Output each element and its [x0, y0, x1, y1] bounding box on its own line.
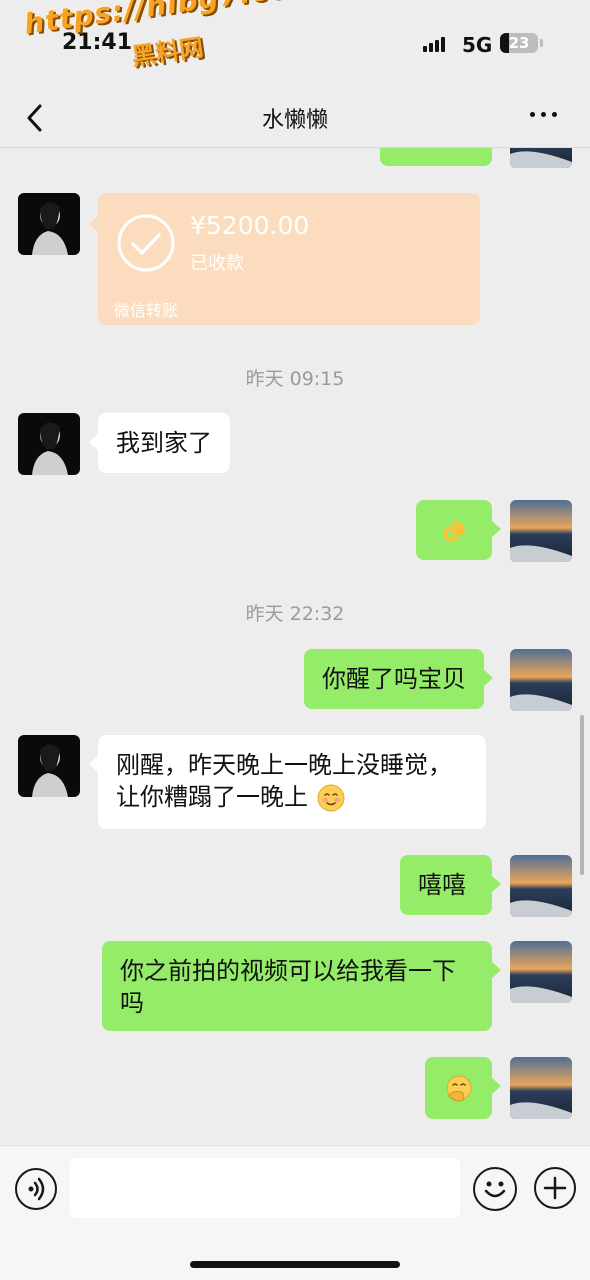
blushing-face-emoji-icon [317, 784, 345, 812]
my-avatar[interactable] [510, 148, 572, 168]
woman-portrait-avatar-icon [18, 413, 80, 475]
timestamp: 昨天 22:32 [245, 603, 345, 625]
sunset-boat-avatar-icon [510, 148, 572, 168]
sunset-boat-avatar-icon [510, 649, 572, 711]
message-bubble-me[interactable]: 你醒了吗宝贝 [304, 649, 493, 709]
watermark: https://hlbg7.com 黑料网 [22, 0, 321, 71]
chat-header: 水懒懒 [0, 90, 590, 148]
message-text: 让你糟蹋了一晚上 [116, 783, 308, 811]
more-dot-icon [530, 112, 535, 117]
emoji-button[interactable] [473, 1167, 517, 1211]
message-text: 嘻嘻 [418, 871, 466, 899]
message-text-line-with-emoji: 让你糟蹋了一晚上 [116, 781, 468, 813]
message-bubble-contact[interactable]: 我到家了 [89, 413, 230, 473]
message-bubble-me[interactable] [425, 1057, 501, 1119]
more-functions-button[interactable] [534, 1167, 576, 1209]
battery-icon: 23 [500, 33, 538, 53]
transfer-status: 已收款 [190, 253, 244, 274]
more-dot-icon [552, 112, 557, 117]
voice-input-button[interactable] [15, 1168, 57, 1210]
sunset-boat-avatar-icon [510, 941, 572, 1003]
more-options-button[interactable] [530, 112, 566, 122]
message-input[interactable] [70, 1158, 460, 1218]
message-text-line: 刚醒，昨天晚上一晚上没睡觉， [116, 751, 452, 779]
my-avatar[interactable] [510, 855, 572, 917]
my-avatar[interactable] [510, 941, 572, 1003]
status-bar: 21:41 https://hlbg7.com 黑料网 5G 23 [0, 0, 590, 90]
message-bubble-contact[interactable]: 刚醒，昨天晚上一晚上没睡觉， 让你糟蹋了一晚上 [89, 735, 486, 829]
face-with-hand-over-mouth-emoji-icon [446, 1075, 471, 1102]
message-bubble-me[interactable] [416, 500, 501, 560]
more-dot-icon [541, 112, 546, 117]
message-bubble-me[interactable]: 嘻嘻 [400, 855, 501, 915]
home-indicator[interactable] [190, 1261, 400, 1268]
transfer-card[interactable]: ¥5200.00 已收款 微信转账 [89, 193, 480, 325]
contact-name: 水懒懒 [261, 108, 328, 133]
my-avatar[interactable] [510, 500, 572, 562]
my-avatar[interactable] [510, 1057, 572, 1119]
ok-hand-emoji-icon [443, 520, 465, 542]
woman-portrait-avatar-icon [18, 193, 80, 255]
check-circle-icon [117, 214, 175, 272]
sunset-boat-avatar-icon [510, 855, 572, 917]
voice-wave-icon [28, 1177, 45, 1201]
woman-portrait-avatar-icon [18, 735, 80, 797]
message-text: 我到家了 [116, 429, 212, 457]
signal-strength-icon [423, 37, 445, 52]
contact-avatar[interactable] [18, 413, 80, 475]
sunset-boat-avatar-icon [510, 500, 572, 562]
battery-level: 23 [508, 34, 530, 52]
message-text: 你醒了吗宝贝 [322, 665, 466, 693]
transfer-amount: ¥5200.00 [190, 211, 310, 240]
my-avatar[interactable] [510, 649, 572, 711]
smiley-icon [484, 1181, 506, 1198]
sunset-boat-avatar-icon [510, 1057, 572, 1119]
transfer-footer: 微信转账 [114, 301, 179, 320]
chat-area[interactable]: ¥5200.00 已收款 微信转账 昨天 09:15 我到家了 昨天 22:32 [0, 148, 590, 1145]
message-text-line: 你之前拍的视频可以给我看一下 [120, 957, 456, 985]
watermark-site-name: 黑料网 [129, 33, 206, 72]
contact-avatar[interactable] [18, 193, 80, 255]
contact-avatar[interactable] [18, 735, 80, 797]
message-bubble-me-partial[interactable] [380, 148, 492, 166]
battery-cap [540, 39, 543, 47]
message-text-line: 吗 [120, 989, 144, 1017]
network-type: 5G [462, 33, 493, 57]
timestamp: 昨天 09:15 [245, 368, 345, 390]
chat-scrollbar[interactable] [580, 715, 584, 875]
plus-icon [543, 1176, 567, 1200]
message-bubble-me[interactable]: 你之前拍的视频可以给我看一下 吗 [102, 941, 501, 1031]
input-bar [0, 1145, 590, 1280]
